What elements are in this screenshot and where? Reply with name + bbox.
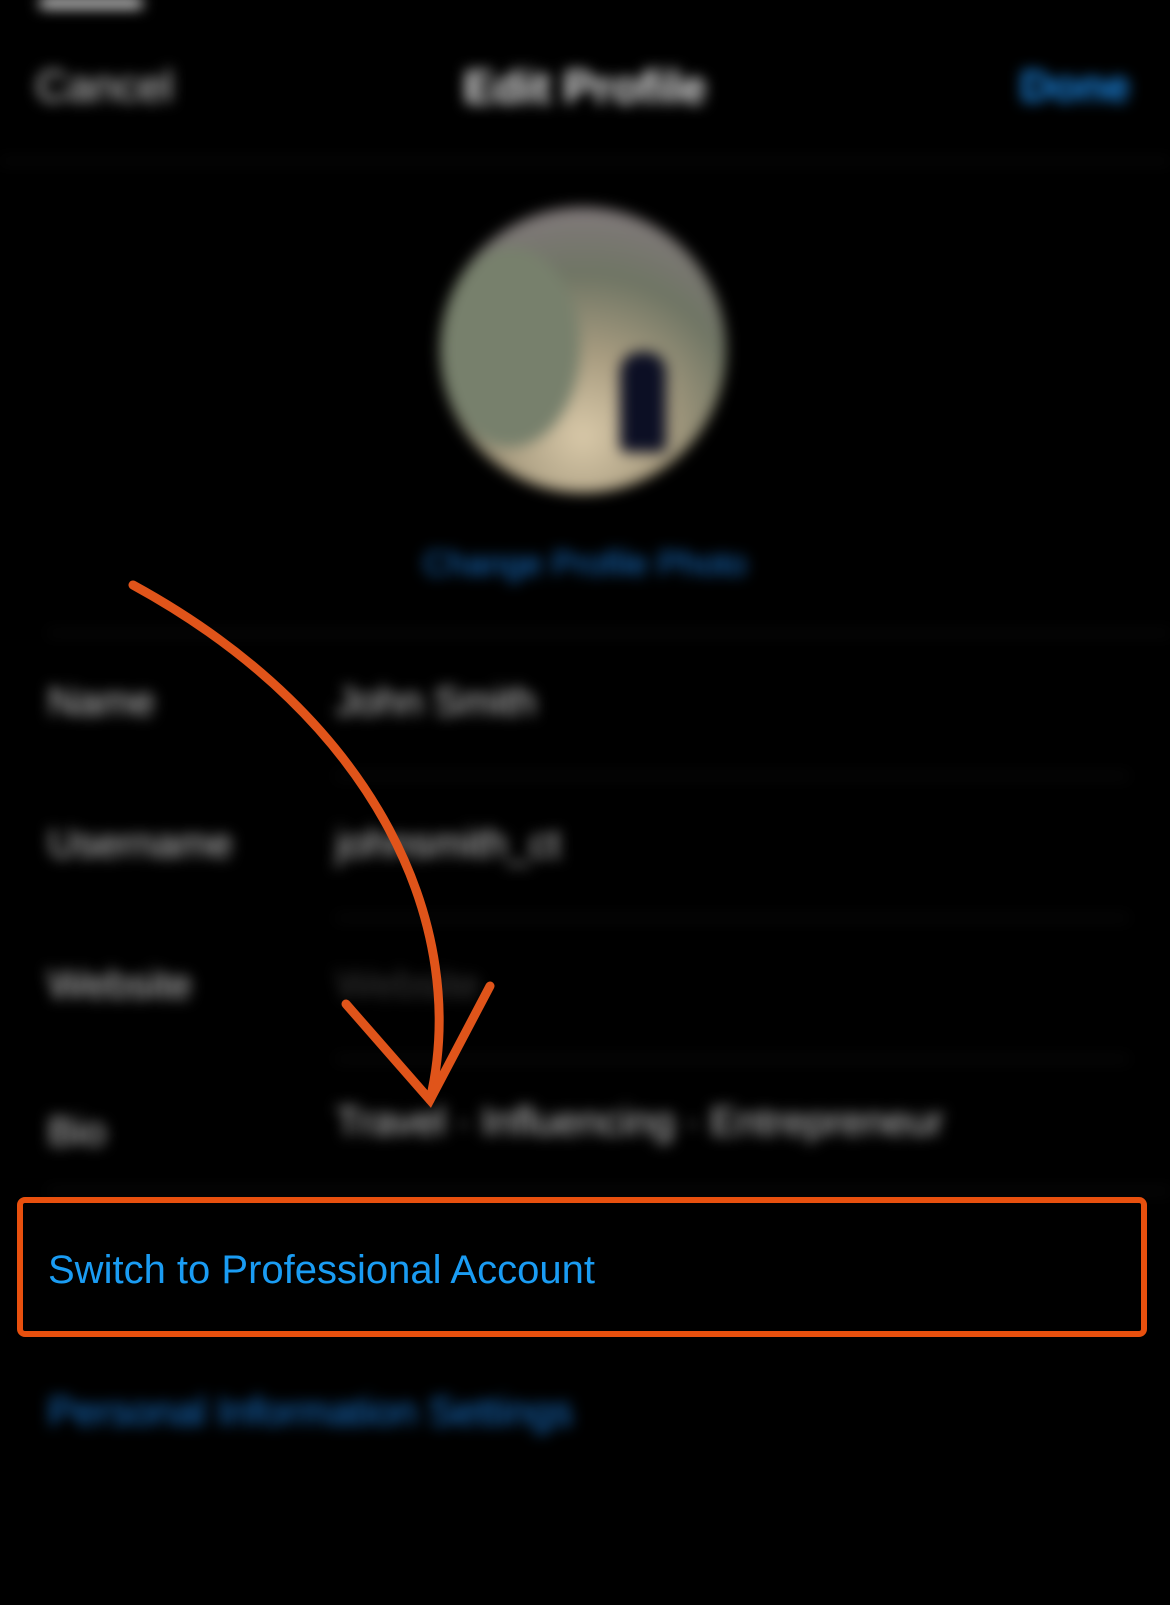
page-title: Edit Profile [463, 61, 707, 113]
section-divider [48, 1190, 1170, 1192]
status-bar-partial: ▬▬▬ [40, 0, 142, 17]
section-divider [48, 632, 1170, 634]
personal-information-settings-link[interactable]: Personal Information Settings [48, 1390, 573, 1435]
website-field[interactable]: Website [336, 963, 480, 1008]
field-label-name: Name [48, 680, 155, 724]
change-profile-photo-link[interactable]: Change Profile Photo [0, 545, 1170, 584]
field-label-username: Username [48, 822, 233, 866]
field-row-website[interactable]: Website Website [48, 963, 1128, 1107]
field-label-website: Website [48, 963, 192, 1007]
blurred-background-layer: ▬▬▬ Cancel Edit Profile Done Change Prof… [0, 0, 1170, 1605]
avatar[interactable] [440, 207, 726, 493]
field-row-name[interactable]: Name John Smith [48, 680, 1128, 824]
field-row-username[interactable]: Username johnsmith_ct [48, 822, 1128, 966]
avatar-foliage [440, 247, 580, 447]
nav-divider [0, 160, 1170, 162]
field-label-bio: Bio [48, 1110, 106, 1154]
field-divider [336, 917, 1128, 919]
done-button[interactable]: Done [1020, 62, 1130, 112]
username-field[interactable]: johnsmith_ct [336, 822, 561, 867]
name-field[interactable]: John Smith [336, 680, 536, 725]
avatar-person-figure [620, 352, 666, 452]
field-divider [336, 1058, 1128, 1060]
bio-field[interactable]: Travel · Influencing · Entrepreneur [336, 1100, 944, 1145]
switch-to-professional-account-link[interactable]: Switch to Professional Account [48, 1246, 595, 1294]
field-divider [336, 775, 1128, 777]
